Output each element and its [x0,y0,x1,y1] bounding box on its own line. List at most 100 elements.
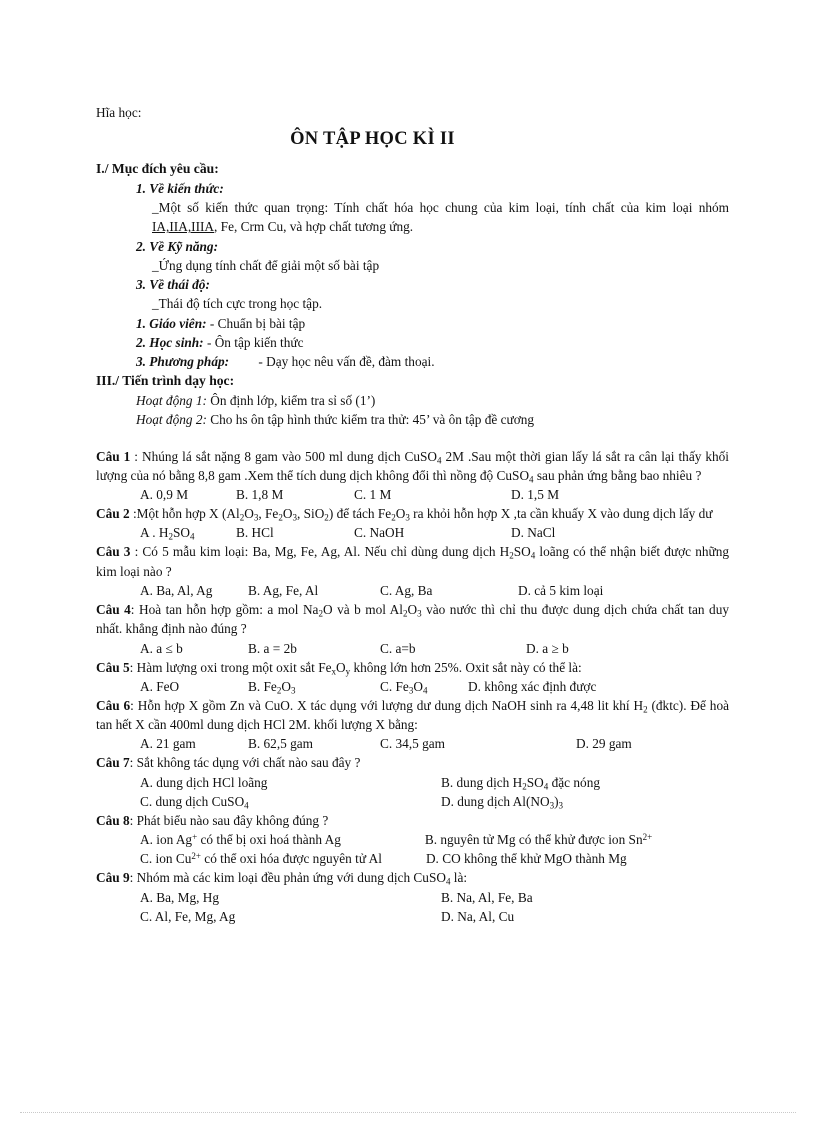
kien-thuc-text-part2: , Fe, Crm Cu, và hợp chất tương ứng. [214,219,414,235]
kien-thuc-text-part1: _Một số kiến thức quan trọng: Tính chất … [152,200,729,216]
subsection-text-thai-do: _Thái độ tích cực trong học tập. [152,296,323,312]
option-d[interactable]: D. 1,5 M [511,485,559,504]
question-9-stem: Câu 9: Nhóm mà các kim loại đều phản ứng… [96,870,468,887]
option-a[interactable]: A. Ba, Al, Ag [140,581,212,600]
document-body: Hĩa học: ÔN TẬP HỌC KÌ II I./ Mục đích y… [96,103,729,926]
subsection-title: 1. Về kiến thức: [136,180,224,196]
question-number: Câu 5 [96,659,130,675]
option-c[interactable]: C. Fe3O4 [380,677,427,696]
option-a[interactable]: A. ion Ag+ có thể bị oxi hoá thành Ag [140,832,341,847]
activity-1: Hoạt động 1: Ôn định lớp, kiểm tra sỉ số… [96,391,729,410]
option-b[interactable]: B. a = 2b [248,639,297,658]
option-d[interactable]: D. không xác định được [468,677,596,696]
option-c[interactable]: C. 34,5 gam [380,734,445,753]
activity-text: Ôn định lớp, kiểm tra sỉ số (1’) [210,393,376,409]
question-1-options: A. 0,9 M B. 1,8 M C. 1 M D. 1,5 M [96,485,729,504]
page-title: ÔN TẬP HỌC KÌ II [290,129,455,150]
option-c[interactable]: C. dung dịch CuSO4 [140,792,249,811]
option-b[interactable]: B. Fe2O3 [248,677,295,696]
option-a[interactable]: A. 21 gam [140,734,196,753]
kien-thuc-underlined-groups: IA,IIA,IIIA [152,219,215,235]
question-7-options-row2: C. dung dịch CuSO4 D. dung dịch Al(NO3)3 [96,792,729,811]
question-number: Câu 9 [96,870,130,886]
question-number: Câu 8 [96,812,130,828]
prep-text: - Ôn tập kiến thức [206,334,304,350]
section-heading-1: I./ Mục đích yêu cầu: [96,161,219,177]
question-4-stem: Câu 4: Hoà tan hỗn hợp gồm: a mol Na2O v… [96,602,729,637]
activity-label: Hoạt động 2: [136,412,207,428]
option-a[interactable]: A. Ba, Mg, Hg [140,888,219,907]
option-c[interactable]: C. Al, Fe, Mg, Ag [140,907,235,926]
question-6-options: A. 21 gam B. 62,5 gam C. 34,5 gam D. 29 … [96,734,729,753]
option-b[interactable]: B. nguyên tử Mg có thể khử được ion Sn2+ [425,832,652,847]
prep-item-phuong-phap: 3. Phương pháp: - Dạy học nêu vấn đề, đà… [96,352,729,371]
option-a[interactable]: A. FeO [140,677,179,696]
prep-label: 1. Giáo viên: [136,315,207,331]
question-8-options-row1: A. ion Ag+ có thể bị oxi hoá thành Ag B. … [96,830,729,849]
prep-item-giao-vien: 1. Giáo viên: - Chuẩn bị bài tập [96,314,729,333]
question-9-options-row1: A. Ba, Mg, Hg B. Na, Al, Fe, Ba [96,888,729,907]
question-7-stem: Câu 7: Sắt không tác dụng với chất nào s… [96,755,361,771]
question-4-options: A. a ≤ b B. a = 2b C. a=b D. a ≥ b [96,639,729,658]
subsection-text-kien-thuc: _Một số kiến thức quan trọng: Tính chất … [96,198,729,237]
option-d[interactable]: D. cả 5 kim loại [518,581,603,600]
option-a[interactable]: A . H2SO4 [140,523,194,542]
question-3-stem: Câu 3 : Có 5 mẫu kim loại: Ba, Mg, Fe, A… [96,544,729,579]
prep-label: 3. Phương pháp: [136,354,230,370]
question-5-options: A. FeO B. Fe2O3 C. Fe3O4 D. không xác đị… [96,677,729,696]
option-c[interactable]: C. Ag, Ba [380,581,432,600]
option-c[interactable]: C. 1 M [354,485,391,504]
prep-item-hoc-sinh: 2. Học sinh: - Ôn tập kiến thức [96,333,729,352]
activity-label: Hoạt động 1: [136,393,207,409]
document-page: Hĩa học: ÔN TẬP HỌC KÌ II I./ Mục đích y… [0,0,816,1123]
question-7-options-row1: A. dung dịch HCl loãng B. dung dịch H2SO… [96,773,729,792]
option-b[interactable]: B. Na, Al, Fe, Ba [441,888,533,907]
prep-text: - Chuẩn bị bài tập [209,315,306,331]
question-6-stem: Câu 6: Hỗn hợp X gồm Zn và CuO. X tác dụ… [96,697,730,733]
question-8-stem: Câu 8: Phát biểu nào sau đây không đúng … [96,812,329,828]
question-number: Câu 2 [96,506,130,522]
option-b[interactable]: B. Ag, Fe, Al [248,581,318,600]
option-b[interactable]: B. dung dịch H2SO4 đặc nóng [441,773,600,792]
option-b[interactable]: B. 62,5 gam [248,734,313,753]
header-subject-line: Hĩa học: [96,105,142,120]
option-d[interactable]: D. 29 gam [576,734,632,753]
question-9-options-row2: C. Al, Fe, Mg, Ag D. Na, Al, Cu [96,907,729,926]
activity-text: Cho hs ôn tập hình thức kiểm tra thử: 45… [210,412,535,428]
option-b[interactable]: B. HCl [236,523,274,542]
prep-text: - Dạy học nêu vấn đề, đàm thoại. [258,354,435,370]
option-a[interactable]: A. a ≤ b [140,639,183,658]
question-number: Câu 7 [96,755,130,771]
subsection-title: 3. Về thái độ: [136,277,210,293]
subsection-label-kien-thuc: 1. Về kiến thức: [96,179,729,198]
option-a[interactable]: A. dung dịch HCl loãng [140,773,267,792]
footer-dotted-rule [20,1112,796,1113]
option-d[interactable]: D. Na, Al, Cu [441,907,514,926]
option-d[interactable]: D. CO không thể khử MgO thành Mg [426,851,627,866]
question-3-options: A. Ba, Al, Ag B. Ag, Fe, Al C. Ag, Ba D.… [96,581,729,600]
question-8-options-row2: C. ion Cu2+ có thể oxi hóa được nguyên t… [96,849,729,868]
option-d[interactable]: D. a ≥ b [526,639,569,658]
question-number: Câu 3 [96,544,131,560]
subsection-title: 2. Về Kỹ năng: [136,238,219,254]
option-c[interactable]: C. a=b [380,639,416,658]
activity-2: Hoạt động 2: Cho hs ôn tập hình thức kiể… [96,410,729,429]
option-a[interactable]: A. 0,9 M [140,485,188,504]
question-1-stem: Câu 1 : Nhúng lá sắt nặng 8 gam vào 500 … [96,448,729,485]
question-2-options: A . H2SO4 B. HCl C. NaOH D. NaCl [96,523,729,542]
subsection-text-ky-nang: _Ứng dụng tính chất để giải một số bài t… [152,257,380,273]
question-5-stem: Câu 5: Hàm lượng oxi trong một oxit sắt … [96,659,582,677]
question-number: Câu 6 [96,697,131,713]
question-2-stem: Câu 2 :Một hỗn hợp X (Al2O3, Fe2O3, SiO2… [96,506,713,523]
question-number: Câu 1 [96,448,131,464]
option-d[interactable]: D. NaCl [511,523,555,542]
subsection-label-thai-do: 3. Về thái độ: [96,275,729,294]
question-number: Câu 4 [96,602,131,617]
option-c[interactable]: C. ion Cu2+ có thể oxi hóa được nguyên t… [140,851,382,866]
option-d[interactable]: D. dung dịch Al(NO3)3 [441,792,563,811]
option-c[interactable]: C. NaOH [354,523,404,542]
prep-label: 2. Học sinh: [136,334,204,350]
subsection-label-ky-nang: 2. Về Kỹ năng: [96,237,729,256]
option-b[interactable]: B. 1,8 M [236,485,283,504]
section-heading-3: III./ Tiến trình dạy học: [96,373,235,389]
